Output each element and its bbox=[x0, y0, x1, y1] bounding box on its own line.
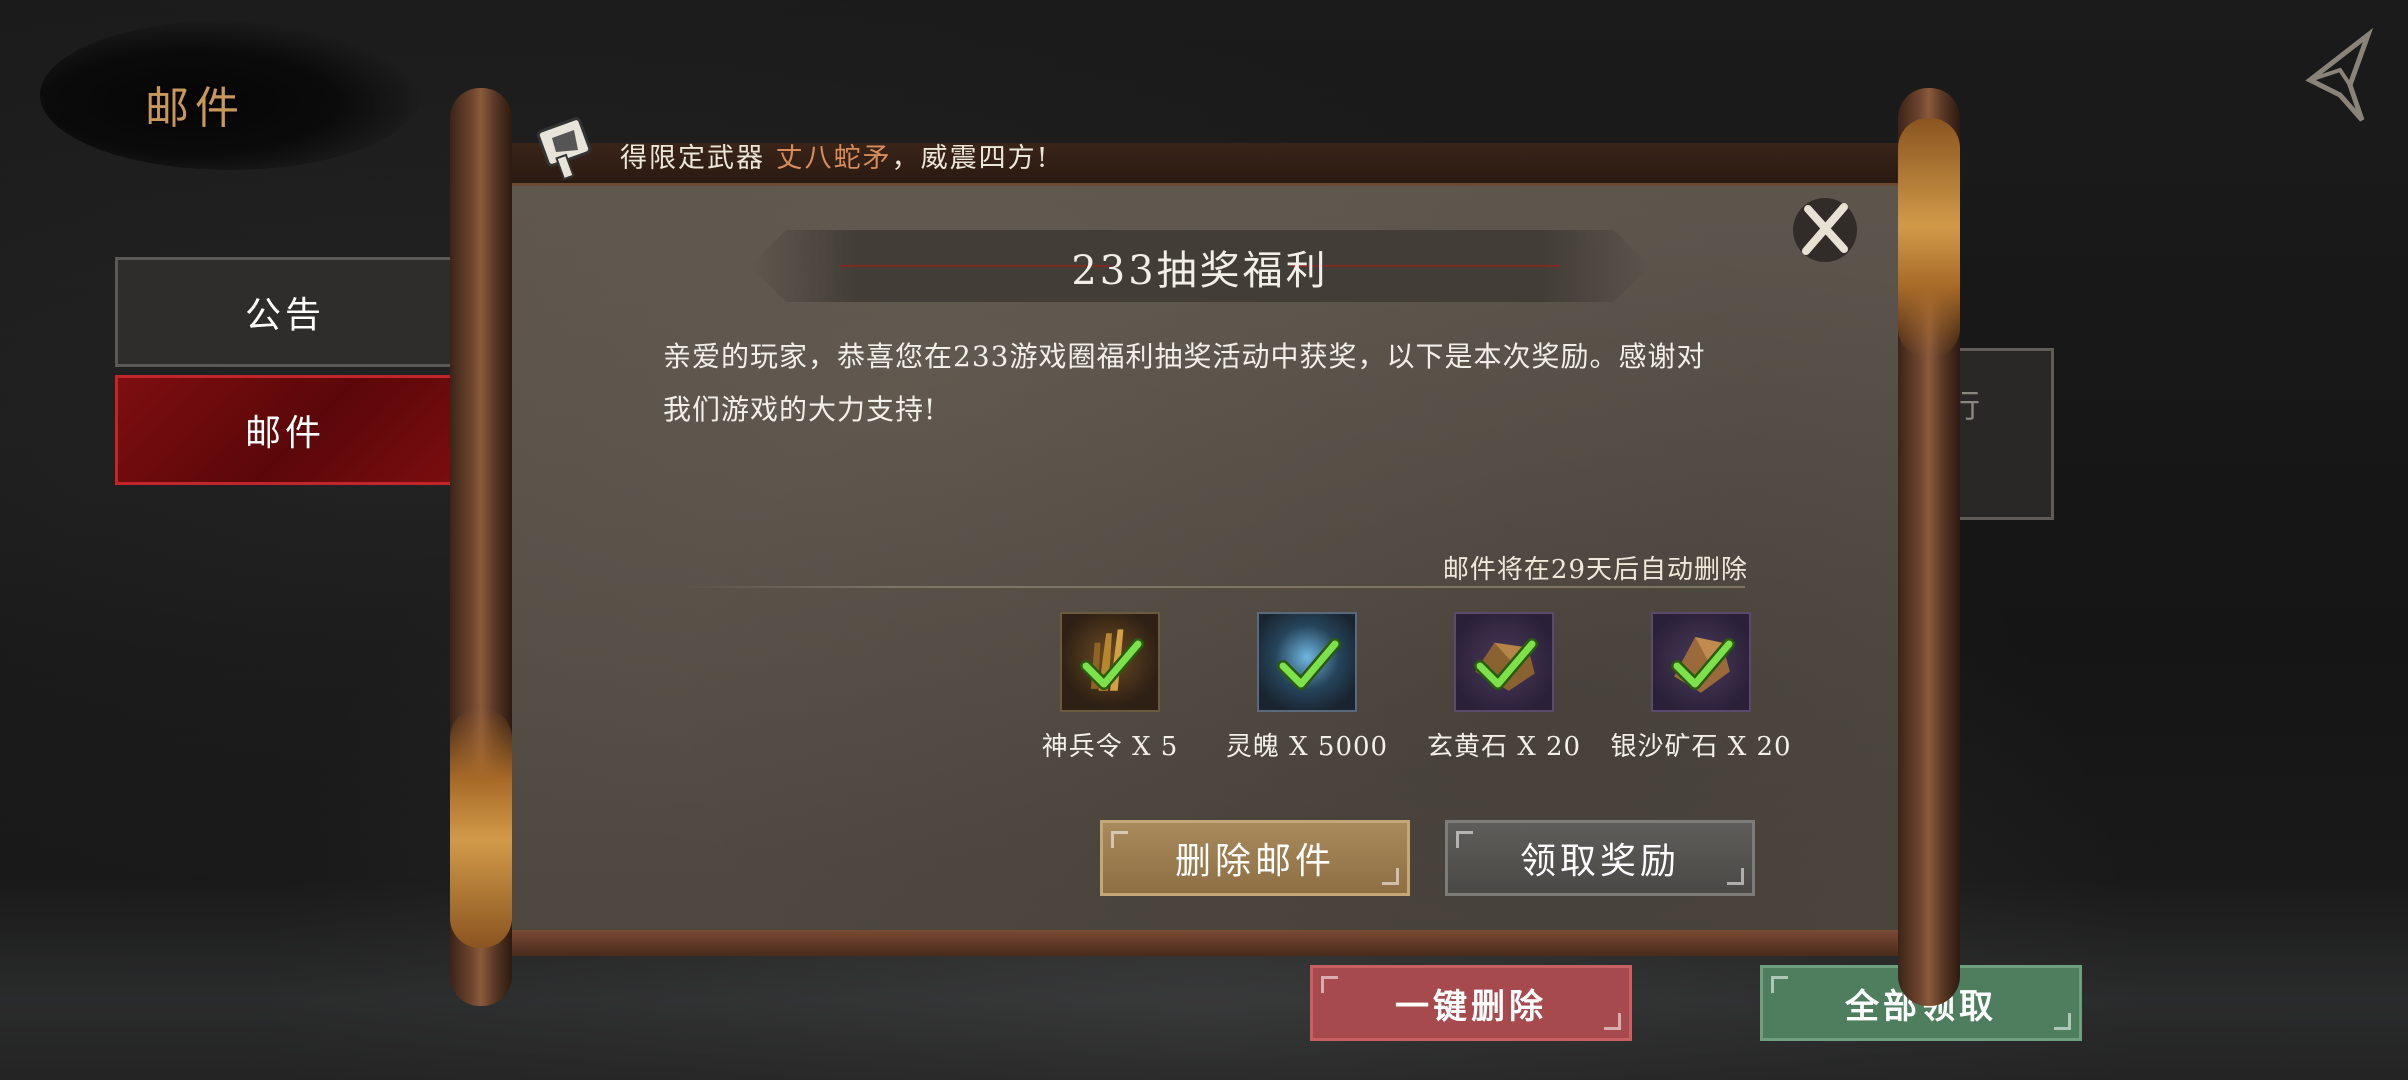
corner-decoration bbox=[2054, 1013, 2071, 1030]
reward-item[interactable]: 灵魄 X 5000 bbox=[1202, 612, 1412, 763]
tab-mail[interactable]: 邮件 bbox=[115, 375, 455, 485]
mail-expiry-note: 邮件将在29天后自动删除 bbox=[1442, 555, 1748, 585]
tab-mail-label: 邮件 bbox=[244, 413, 325, 454]
corner-decoration bbox=[1111, 831, 1128, 848]
tab-announcement-label: 公告 bbox=[244, 295, 325, 336]
broadcast-ticker: 得限定武器 丈八蛇矛，威震四方! bbox=[620, 136, 1049, 175]
ticker-suffix: ，威震四方! bbox=[891, 143, 1050, 174]
page-title: 邮件 bbox=[145, 83, 245, 134]
corner-decoration bbox=[1771, 976, 1788, 993]
corner-decoration bbox=[1604, 1013, 1621, 1030]
scroll-bottom-band bbox=[505, 930, 1905, 956]
game-screen: 邮件 公告 邮件 行 一键删除 全部领取 得限定武器 丈八蛇矛，威震四方! 23… bbox=[0, 0, 2408, 1080]
scroll-roller-right bbox=[1898, 88, 1960, 1006]
delete-mail-label: 删除邮件 bbox=[1174, 841, 1335, 882]
delete-mail-button[interactable]: 删除邮件 bbox=[1100, 820, 1410, 896]
close-icon[interactable] bbox=[1780, 185, 1870, 275]
reward-item[interactable]: 银沙矿石 X 20 bbox=[1596, 612, 1806, 763]
claim-reward-label: 领取奖励 bbox=[1519, 841, 1680, 882]
corner-decoration bbox=[1727, 868, 1744, 885]
corner-decoration bbox=[1456, 831, 1473, 848]
reward-label: 玄黄石 X 20 bbox=[1426, 732, 1582, 762]
delete-all-label: 一键删除 bbox=[1395, 986, 1547, 1027]
check-icon bbox=[1080, 638, 1144, 690]
reward-label: 神兵令 X 5 bbox=[1041, 732, 1179, 762]
reward-item[interactable]: 玄黄石 X 20 bbox=[1399, 612, 1609, 763]
check-icon bbox=[1671, 638, 1735, 690]
roller-gold-ornament bbox=[450, 708, 512, 948]
reward-label: 灵魄 X 5000 bbox=[1225, 732, 1389, 762]
check-icon bbox=[1277, 638, 1341, 690]
ticker-prefix: 得限定武器 bbox=[620, 143, 776, 174]
spirit-soul-icon bbox=[1257, 612, 1357, 712]
corner-decoration bbox=[1321, 976, 1338, 993]
corner-decoration bbox=[1382, 868, 1399, 885]
scroll-roller-left bbox=[450, 88, 512, 1006]
mail-body-text: 亲爱的玩家，恭喜您在233游戏圈福利抽奖活动中获奖，以下是本次奖励。感谢对我们游… bbox=[663, 340, 1706, 426]
back-arrow-icon[interactable] bbox=[2280, 25, 2380, 125]
reward-label: 银沙矿石 X 20 bbox=[1610, 732, 1792, 762]
claim-reward-button[interactable]: 领取奖励 bbox=[1445, 820, 1755, 896]
ticker-highlight: 丈八蛇矛 bbox=[775, 143, 892, 174]
silver-sand-ore-icon bbox=[1651, 612, 1751, 712]
tab-announcement[interactable]: 公告 bbox=[115, 257, 455, 367]
megaphone-icon bbox=[536, 117, 592, 181]
roller-gold-ornament bbox=[1898, 118, 1960, 358]
delete-all-button[interactable]: 一键删除 bbox=[1310, 965, 1632, 1041]
check-icon bbox=[1474, 638, 1538, 690]
xuanhuang-stone-icon bbox=[1454, 612, 1554, 712]
reward-item[interactable]: 神兵令 X 5 bbox=[1005, 612, 1215, 763]
mail-title: 233抽奖福利 bbox=[1071, 248, 1329, 294]
divider bbox=[680, 586, 1745, 588]
weapon-token-icon bbox=[1060, 612, 1160, 712]
